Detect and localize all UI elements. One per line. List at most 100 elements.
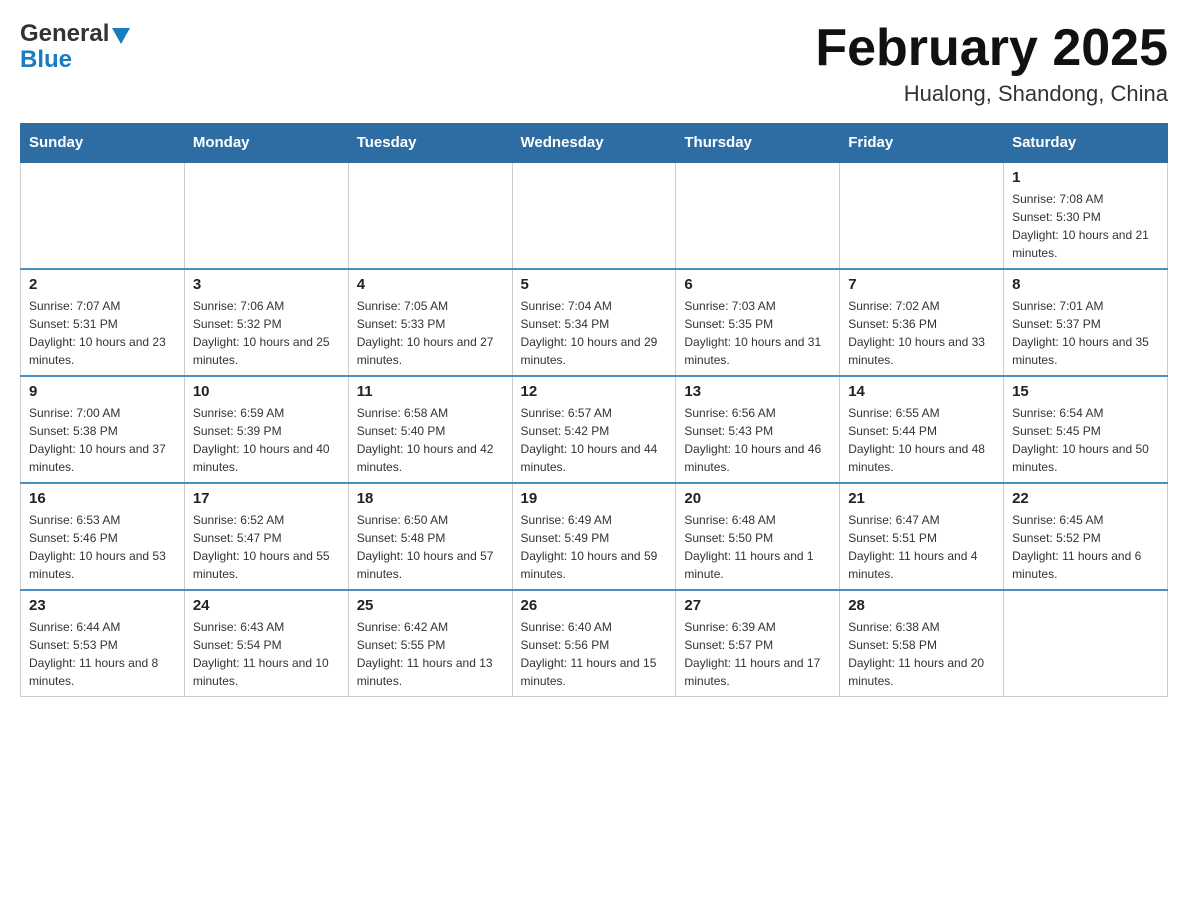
day-number: 4	[357, 276, 504, 293]
day-cell: 4Sunrise: 7:05 AMSunset: 5:33 PMDaylight…	[348, 269, 512, 376]
day-number: 8	[1012, 276, 1159, 293]
day-cell: 23 Sunrise: 6:44 AMSunset: 5:53 PMDayligh…	[21, 590, 185, 697]
day-cell: 12Sunrise: 6:57 AMSunset: 5:42 PMDayligh…	[512, 376, 676, 483]
week-row-5: 23 Sunrise: 6:44 AMSunset: 5:53 PMDayligh…	[21, 590, 1168, 697]
weekday-tuesday: Tuesday	[348, 124, 512, 163]
day-cell: 18 Sunrise: 6:50 AMSunset: 5:48 PMDayligh…	[348, 483, 512, 590]
day-cell: 26 Sunrise: 6:40 AMSunset: 5:56 PMDayligh…	[512, 590, 676, 697]
day-number: 17	[193, 490, 340, 507]
day-cell: 28Sunrise: 6:38 AMSunset: 5:58 PMDayligh…	[840, 590, 1004, 697]
day-cell: 16 Sunrise: 6:53 AMSunset: 5:46 PMDayligh…	[21, 483, 185, 590]
day-cell	[21, 162, 185, 269]
day-info: Sunrise: 6:43 AMSunset: 5:54 PMDaylight:…	[193, 618, 340, 690]
day-number: 1	[1012, 169, 1159, 186]
page-header: General Blue February 2025 Hualong, Shan…	[20, 20, 1168, 107]
day-cell: 19 Sunrise: 6:49 AMSunset: 5:49 PMDayligh…	[512, 483, 676, 590]
day-cell: 15Sunrise: 6:54 AMSunset: 5:45 PMDayligh…	[1004, 376, 1168, 483]
day-info: Sunrise: 6:44 AMSunset: 5:53 PMDaylight:…	[29, 618, 176, 690]
location: Hualong, Shandong, China	[815, 81, 1168, 107]
day-number: 10	[193, 383, 340, 400]
day-cell: 2 Sunrise: 7:07 AMSunset: 5:31 PMDaylight…	[21, 269, 185, 376]
day-info: Sunrise: 6:39 AMSunset: 5:57 PMDaylight:…	[684, 618, 831, 690]
day-cell: 21 Sunrise: 6:47 AMSunset: 5:51 PMDayligh…	[840, 483, 1004, 590]
day-info: Sunrise: 6:58 AMSunset: 5:40 PMDaylight:…	[357, 404, 504, 476]
day-info: Sunrise: 6:45 AMSunset: 5:52 PMDaylight:…	[1012, 511, 1159, 583]
logo-general-text: General	[20, 20, 109, 48]
day-number: 12	[521, 383, 668, 400]
day-number: 5	[521, 276, 668, 293]
day-cell	[840, 162, 1004, 269]
weekday-thursday: Thursday	[676, 124, 840, 163]
day-number: 27	[684, 597, 831, 614]
day-number: 23	[29, 597, 176, 614]
day-info: Sunrise: 6:50 AMSunset: 5:48 PMDaylight:…	[357, 511, 504, 583]
day-info: Sunrise: 6:42 AMSunset: 5:55 PMDaylight:…	[357, 618, 504, 690]
day-number: 13	[684, 383, 831, 400]
day-info: Sunrise: 6:53 AMSunset: 5:46 PMDaylight:…	[29, 511, 176, 583]
day-cell	[676, 162, 840, 269]
day-number: 20	[684, 490, 831, 507]
day-cell: 5 Sunrise: 7:04 AMSunset: 5:34 PMDaylight…	[512, 269, 676, 376]
title-section: February 2025 Hualong, Shandong, China	[815, 20, 1168, 107]
day-info: Sunrise: 6:59 AMSunset: 5:39 PMDaylight:…	[193, 404, 340, 476]
day-info: Sunrise: 7:07 AMSunset: 5:31 PMDaylight:…	[29, 297, 176, 369]
day-cell: 27 Sunrise: 6:39 AMSunset: 5:57 PMDayligh…	[676, 590, 840, 697]
day-cell: 24 Sunrise: 6:43 AMSunset: 5:54 PMDayligh…	[184, 590, 348, 697]
weekday-wednesday: Wednesday	[512, 124, 676, 163]
week-row-4: 16 Sunrise: 6:53 AMSunset: 5:46 PMDayligh…	[21, 483, 1168, 590]
weekday-monday: Monday	[184, 124, 348, 163]
day-cell	[512, 162, 676, 269]
day-info: Sunrise: 7:01 AMSunset: 5:37 PMDaylight:…	[1012, 297, 1159, 369]
day-number: 24	[193, 597, 340, 614]
day-number: 26	[521, 597, 668, 614]
calendar-table: SundayMondayTuesdayWednesdayThursdayFrid…	[20, 123, 1168, 697]
day-info: Sunrise: 6:47 AMSunset: 5:51 PMDaylight:…	[848, 511, 995, 583]
day-number: 2	[29, 276, 176, 293]
day-cell: 9 Sunrise: 7:00 AMSunset: 5:38 PMDaylight…	[21, 376, 185, 483]
day-number: 22	[1012, 490, 1159, 507]
day-cell: 13Sunrise: 6:56 AMSunset: 5:43 PMDayligh…	[676, 376, 840, 483]
weekday-saturday: Saturday	[1004, 124, 1168, 163]
day-info: Sunrise: 6:48 AMSunset: 5:50 PMDaylight:…	[684, 511, 831, 583]
weekday-friday: Friday	[840, 124, 1004, 163]
day-number: 9	[29, 383, 176, 400]
day-cell	[1004, 590, 1168, 697]
day-cell: 1 Sunrise: 7:08 AMSunset: 5:30 PMDaylight…	[1004, 162, 1168, 269]
logo-blue-text: Blue	[20, 46, 72, 74]
day-number: 6	[684, 276, 831, 293]
day-cell: 25 Sunrise: 6:42 AMSunset: 5:55 PMDayligh…	[348, 590, 512, 697]
day-cell: 14Sunrise: 6:55 AMSunset: 5:44 PMDayligh…	[840, 376, 1004, 483]
day-number: 19	[521, 490, 668, 507]
day-info: Sunrise: 6:49 AMSunset: 5:49 PMDaylight:…	[521, 511, 668, 583]
day-info: Sunrise: 7:00 AMSunset: 5:38 PMDaylight:…	[29, 404, 176, 476]
day-info: Sunrise: 7:04 AMSunset: 5:34 PMDaylight:…	[521, 297, 668, 369]
day-cell: 22 Sunrise: 6:45 AMSunset: 5:52 PMDayligh…	[1004, 483, 1168, 590]
day-cell: 11 Sunrise: 6:58 AMSunset: 5:40 PMDayligh…	[348, 376, 512, 483]
day-number: 16	[29, 490, 176, 507]
day-number: 15	[1012, 383, 1159, 400]
day-number: 21	[848, 490, 995, 507]
day-info: Sunrise: 7:08 AMSunset: 5:30 PMDaylight:…	[1012, 190, 1159, 262]
day-number: 11	[357, 383, 504, 400]
day-cell: 8 Sunrise: 7:01 AMSunset: 5:37 PMDaylight…	[1004, 269, 1168, 376]
day-cell	[348, 162, 512, 269]
weekday-header-row: SundayMondayTuesdayWednesdayThursdayFrid…	[21, 124, 1168, 163]
day-number: 25	[357, 597, 504, 614]
day-info: Sunrise: 7:06 AMSunset: 5:32 PMDaylight:…	[193, 297, 340, 369]
month-title: February 2025	[815, 20, 1168, 77]
week-row-2: 2 Sunrise: 7:07 AMSunset: 5:31 PMDaylight…	[21, 269, 1168, 376]
day-cell: 10 Sunrise: 6:59 AMSunset: 5:39 PMDayligh…	[184, 376, 348, 483]
day-number: 28	[848, 597, 995, 614]
day-number: 3	[193, 276, 340, 293]
day-info: Sunrise: 6:55 AMSunset: 5:44 PMDaylight:…	[848, 404, 995, 476]
day-cell	[184, 162, 348, 269]
day-info: Sunrise: 7:03 AMSunset: 5:35 PMDaylight:…	[684, 297, 831, 369]
logo-triangle-icon	[112, 28, 130, 44]
day-info: Sunrise: 6:40 AMSunset: 5:56 PMDaylight:…	[521, 618, 668, 690]
day-number: 18	[357, 490, 504, 507]
week-row-3: 9 Sunrise: 7:00 AMSunset: 5:38 PMDaylight…	[21, 376, 1168, 483]
day-cell: 6 Sunrise: 7:03 AMSunset: 5:35 PMDaylight…	[676, 269, 840, 376]
weekday-sunday: Sunday	[21, 124, 185, 163]
logo: General Blue	[20, 20, 130, 74]
day-info: Sunrise: 6:52 AMSunset: 5:47 PMDaylight:…	[193, 511, 340, 583]
